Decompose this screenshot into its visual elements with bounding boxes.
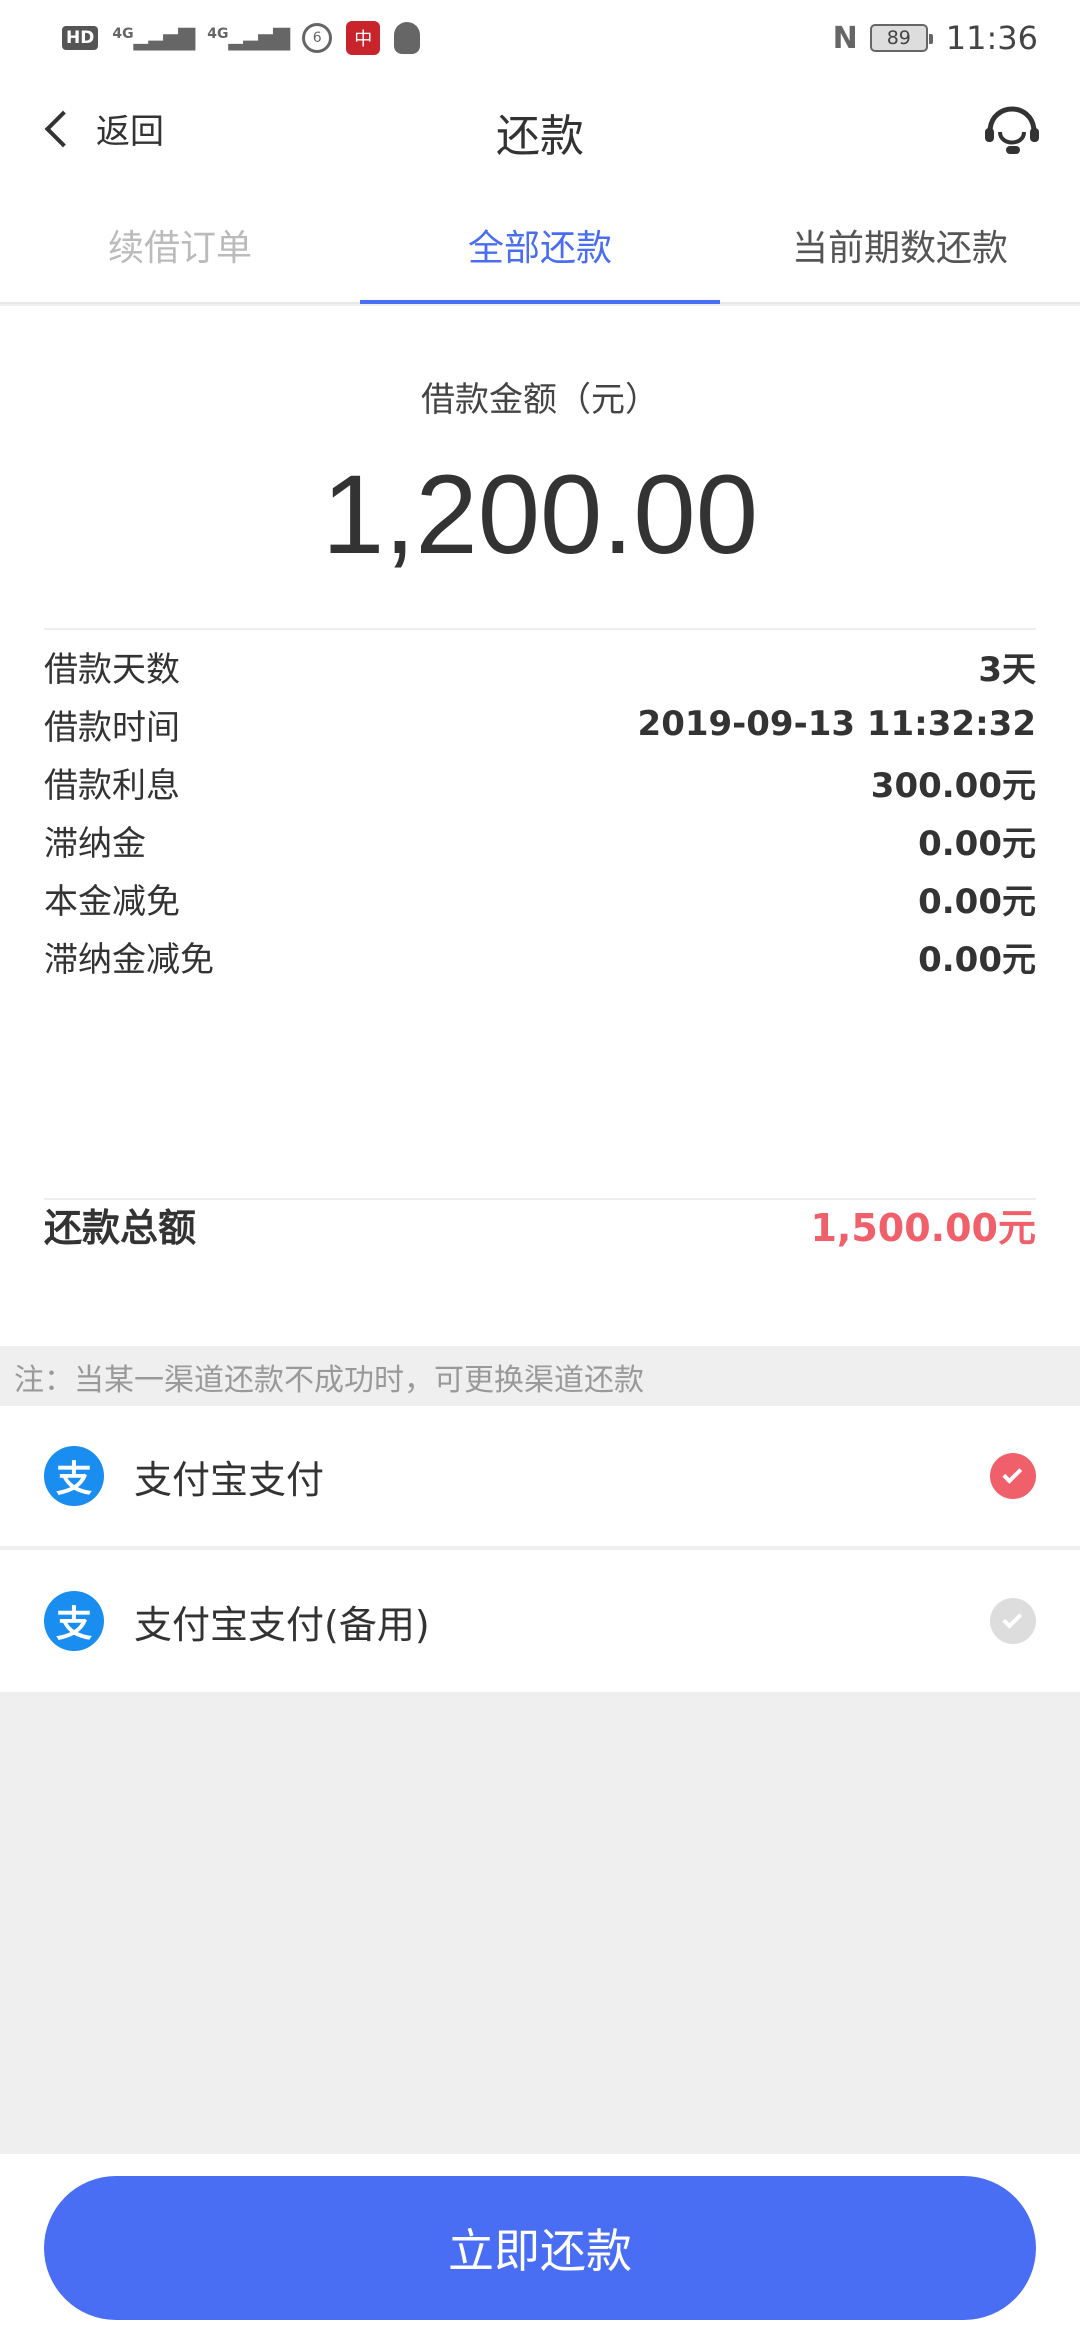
alipay-icon: 支 (44, 1446, 104, 1506)
amount-label: 借款金额（元） (421, 380, 659, 420)
divider (44, 628, 1036, 630)
tab-current-period[interactable]: 当前期数还款 (720, 188, 1080, 302)
customer-service-icon[interactable] (984, 106, 1040, 156)
payment-option-alipay[interactable]: 支 支付宝支付 (0, 1406, 1080, 1548)
detail-row: 借款天数 3天 (44, 636, 1036, 696)
detail-row: 本金减免 0.00元 (44, 868, 1036, 928)
signal-icon-2: 4G▂▃▅▇ (207, 25, 290, 51)
payment-name: 支付宝支付(备用) (134, 1602, 430, 1647)
signal-icon: 4G▂▃▅▇ (112, 25, 195, 51)
payment-name: 支付宝支付 (134, 1457, 325, 1502)
checked-icon[interactable] (990, 1453, 1036, 1499)
repay-now-button[interactable]: 立即还款 (44, 2176, 1036, 2320)
bank-app-icon: 中 (346, 21, 381, 55)
detail-value: 3天 (978, 649, 1036, 690)
loan-amount: 1,200.00 (322, 452, 758, 577)
detail-value: 0.00元 (918, 939, 1036, 980)
qq-icon (394, 22, 421, 54)
status-time: 11:36 (945, 19, 1038, 57)
footer: 立即还款 (0, 2154, 1080, 2340)
hd-indicator: HD (62, 26, 99, 50)
alipay-icon: 支 (44, 1591, 104, 1651)
detail-key: 滞纳金减免 (44, 939, 214, 980)
detail-row: 滞纳金 0.00元 (44, 810, 1036, 870)
detail-row: 借款时间 2019-09-13 11:32:32 (44, 694, 1036, 754)
tab-renew-orders[interactable]: 续借订单 (0, 188, 360, 302)
unchecked-icon[interactable] (990, 1598, 1036, 1644)
total-row: 还款总额 1,500.00元 (44, 1184, 1036, 1264)
channel-note: 注：当某一渠道还款不成功时，可更换渠道还款 (0, 1348, 1080, 1406)
detail-row: 滞纳金减免 0.00元 (44, 926, 1036, 986)
total-label: 还款总额 (44, 1205, 197, 1250)
status-bar: HD 4G▂▃▅▇ 4G▂▃▅▇ 6 中 N 89 11:36 (0, 0, 1080, 76)
tab-bar: 续借订单 全部还款 当前期数还款 (0, 188, 1080, 304)
detail-key: 借款利息 (44, 765, 180, 806)
battery-icon: 89 (869, 24, 933, 52)
page-title: 还款 (496, 111, 584, 162)
nfc-icon: N (832, 20, 858, 56)
detail-key: 借款时间 (44, 707, 180, 748)
payment-option-alipay-backup[interactable]: 支 支付宝支付(备用) (0, 1550, 1080, 1692)
detail-value: 300.00元 (870, 765, 1036, 806)
nav-bar: 返回 还款 (0, 76, 1080, 188)
total-value: 1,500.00元 (810, 1205, 1036, 1250)
detail-key: 借款天数 (44, 649, 180, 690)
detail-value: 2019-09-13 11:32:32 (637, 704, 1036, 744)
detail-key: 本金减免 (44, 881, 180, 922)
detail-row: 借款利息 300.00元 (44, 752, 1036, 812)
detail-key: 滞纳金 (44, 823, 146, 864)
detail-value: 0.00元 (918, 881, 1036, 922)
netease-app-icon: 6 (302, 23, 333, 53)
detail-value: 0.00元 (918, 823, 1036, 864)
tab-full-repayment[interactable]: 全部还款 (360, 188, 720, 304)
